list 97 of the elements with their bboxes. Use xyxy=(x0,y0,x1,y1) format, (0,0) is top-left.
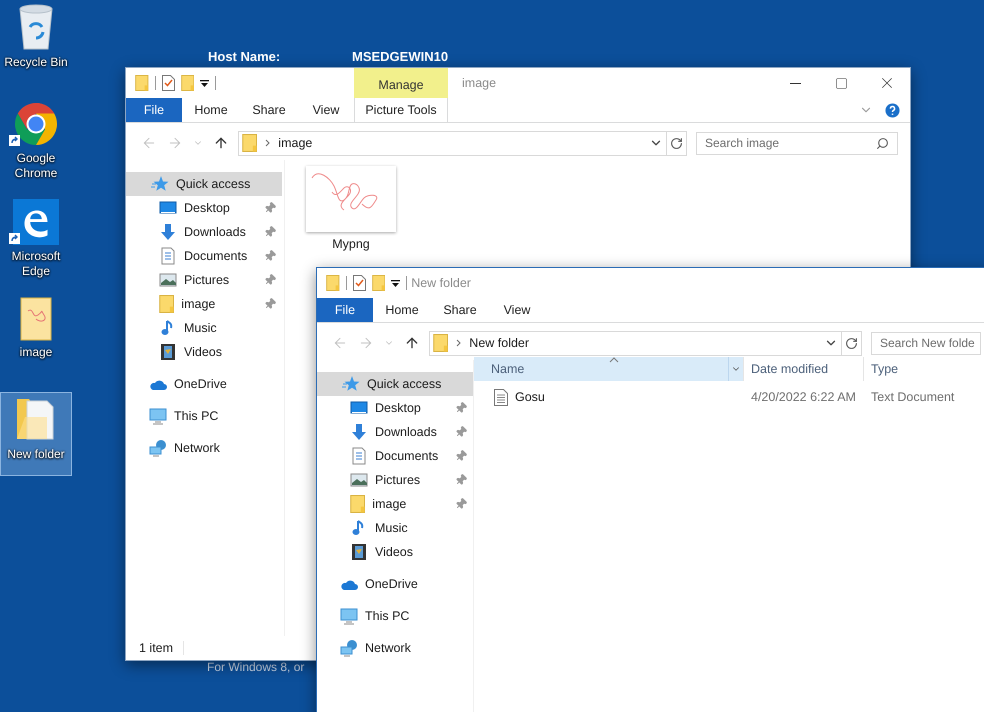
background-text: For Windows 8, or xyxy=(207,660,304,674)
ribbon-tab[interactable]: Share xyxy=(431,298,489,322)
nav-item[interactable]: Music xyxy=(317,516,473,540)
ribbon-tab[interactable]: Share xyxy=(240,98,298,122)
file-menu-button[interactable]: File xyxy=(126,98,182,122)
address-bar[interactable]: image xyxy=(238,130,667,156)
nav-item[interactable]: This PC xyxy=(317,604,473,628)
right-arrow-icon xyxy=(358,335,374,351)
ribbon-tab[interactable]: Picture Tools xyxy=(354,98,448,122)
column-header[interactable]: Date modified xyxy=(744,357,864,381)
nav-item[interactable]: image xyxy=(317,492,473,516)
nav-item[interactable]: Videos xyxy=(317,540,473,564)
breadcrumb-chevron-icon xyxy=(265,139,270,147)
column-header[interactable]: Name xyxy=(474,357,744,381)
computer-icon xyxy=(149,407,167,425)
minimize-icon xyxy=(790,82,800,84)
nav-item[interactable]: Pictures xyxy=(126,268,282,292)
film-icon xyxy=(350,543,368,561)
ribbon-tab[interactable]: Home xyxy=(182,98,240,122)
folder-icon xyxy=(433,334,448,352)
customize-caret-icon[interactable] xyxy=(391,278,400,288)
nav-item[interactable]: Downloads xyxy=(317,420,473,444)
down-arrow-icon xyxy=(350,423,368,441)
nav-item[interactable]: OneDrive xyxy=(317,572,473,596)
nav-item[interactable]: Network xyxy=(317,636,473,660)
nav-item[interactable]: Documents xyxy=(317,444,473,468)
network-icon xyxy=(149,439,167,457)
nav-item[interactable]: Desktop xyxy=(126,196,282,220)
host-name-label: Host Name: xyxy=(208,49,282,64)
folder-icon xyxy=(135,75,149,91)
address-bar[interactable]: New folder xyxy=(429,330,842,356)
round-logo-icon xyxy=(13,101,59,147)
status-text: 1 item xyxy=(139,641,184,655)
window-title: image xyxy=(462,76,496,90)
down-arrow-icon xyxy=(159,223,177,241)
file-menu-button[interactable]: File xyxy=(317,298,373,322)
contextual-tab-header: Manage xyxy=(354,68,448,98)
ribbon-tab[interactable]: View xyxy=(298,98,354,122)
search-field[interactable]: Search image xyxy=(696,132,898,154)
breadcrumb-chevron-icon xyxy=(456,339,462,347)
desktop-icon[interactable]: image xyxy=(0,294,72,378)
folder-icon xyxy=(372,275,386,291)
document-icon xyxy=(159,247,177,265)
refresh-button[interactable] xyxy=(842,330,862,356)
table-cell: 4/20/2022 6:22 AM xyxy=(751,390,856,404)
star-icon xyxy=(151,175,169,193)
computer-icon xyxy=(340,607,358,625)
network-icon xyxy=(340,639,358,657)
file-name[interactable]: Mypng xyxy=(332,237,370,251)
host-name-value: MSEDGEWIN10 xyxy=(352,49,448,64)
star-icon xyxy=(342,375,360,393)
nav-item[interactable]: image xyxy=(126,292,282,316)
nav-item[interactable]: Documents xyxy=(126,244,282,268)
refresh-icon xyxy=(670,136,683,150)
window-title: New folder xyxy=(411,276,471,290)
customize-caret-icon[interactable] xyxy=(200,78,210,88)
desktop-icon[interactable]: Google Chrome xyxy=(0,98,72,182)
folder-icon xyxy=(326,275,340,291)
folder-icon xyxy=(350,495,366,513)
search-field[interactable]: Search New folde xyxy=(871,332,981,354)
film-icon xyxy=(159,343,177,361)
right-arrow-icon xyxy=(167,135,183,151)
maximize-icon xyxy=(834,76,848,90)
table-cell: Text Document xyxy=(871,390,954,404)
search-icon xyxy=(876,136,889,150)
desktop-icon[interactable]: Recycle Bin xyxy=(0,0,72,84)
nav-item[interactable]: Quick access xyxy=(126,172,282,196)
nav-item[interactable]: Pictures xyxy=(317,468,473,492)
document-icon xyxy=(350,447,368,465)
nav-item[interactable]: Network xyxy=(126,436,282,460)
help-icon[interactable] xyxy=(885,102,900,118)
refresh-button[interactable] xyxy=(667,130,687,156)
swirl-logo-icon xyxy=(12,199,60,245)
checked-document-icon[interactable] xyxy=(352,275,366,291)
desktop-icon[interactable]: Microsoft Edge xyxy=(0,196,72,280)
refresh-icon xyxy=(845,336,858,350)
desktop-icon[interactable]: New folder xyxy=(0,392,72,476)
landscape-icon xyxy=(159,271,177,289)
nav-item[interactable]: This PC xyxy=(126,404,282,428)
landscape-icon xyxy=(350,471,368,489)
ribbon-tab[interactable]: View xyxy=(489,298,545,322)
text-file-icon xyxy=(494,388,508,406)
folder-icon xyxy=(242,134,258,152)
table-cell: Gosu xyxy=(515,390,545,404)
nav-item[interactable]: Music xyxy=(126,316,282,340)
file-row[interactable]: Gosu 4/20/2022 6:22 AM Text Document xyxy=(474,386,984,408)
nav-item[interactable]: Videos xyxy=(126,340,282,364)
folder-with-scribble-icon xyxy=(20,297,52,341)
nav-item[interactable]: Desktop xyxy=(317,396,473,420)
folder-icon xyxy=(180,75,194,91)
nav-item[interactable]: Quick access xyxy=(317,372,473,396)
ribbon-tab[interactable]: Home xyxy=(373,298,431,322)
column-header[interactable]: Type xyxy=(864,357,984,381)
checked-document-icon[interactable] xyxy=(162,75,175,91)
folder-icon xyxy=(159,295,174,313)
nav-item[interactable]: OneDrive xyxy=(126,372,282,396)
nav-item[interactable]: Downloads xyxy=(126,220,282,244)
